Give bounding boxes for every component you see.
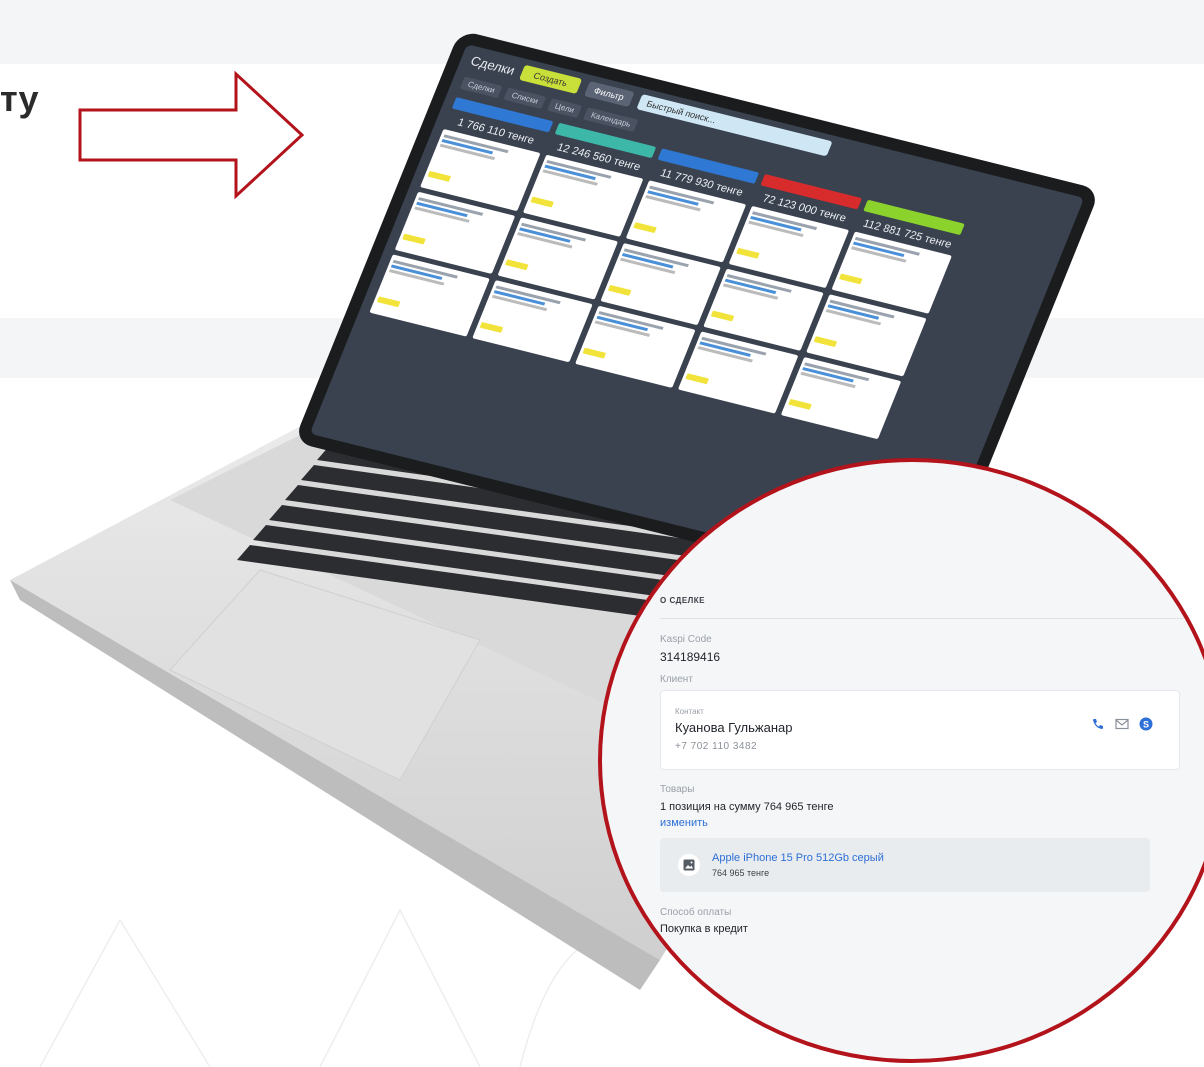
edit-goods-link[interactable]: изменить (660, 817, 708, 829)
phone-icon[interactable] (1091, 717, 1105, 731)
goods-label: Товары (660, 784, 695, 795)
svg-text:S: S (1143, 720, 1149, 730)
crm-title: Сделки (468, 52, 518, 78)
contact-phone[interactable]: +7 702 110 3482 (675, 741, 757, 752)
section-divider (660, 618, 1204, 619)
contact-card[interactable]: Контакт Куанова Гульжанар +7 702 110 348… (660, 690, 1180, 770)
zoom-circle: О СДЕЛКЕ Kaspi Code 314189416 Клиент Кон… (598, 458, 1204, 1063)
contact-name[interactable]: Куанова Гульжанар (675, 720, 792, 735)
client-label: Клиент (660, 674, 693, 685)
payment-value: Покупка в кредит (660, 923, 748, 935)
kaspi-code-value: 314189416 (660, 650, 721, 664)
payment-label: Способ оплаты (660, 907, 732, 918)
product-item[interactable]: Apple iPhone 15 Pro 512Gb серый 764 965 … (660, 838, 1150, 892)
section-title: О СДЕЛКЕ (660, 596, 705, 605)
goods-summary: 1 позиция на сумму 764 965 тенге (660, 801, 834, 813)
deal-details-panel: О СДЕЛКЕ Kaspi Code 314189416 Клиент Кон… (602, 462, 1204, 1059)
mail-icon[interactable] (1115, 717, 1129, 731)
kaspi-code-label: Kaspi Code (660, 634, 712, 645)
product-name[interactable]: Apple iPhone 15 Pro 512Gb серый (712, 852, 884, 864)
skype-icon[interactable]: S (1139, 717, 1153, 731)
image-icon (678, 854, 700, 876)
contact-actions: S (1091, 717, 1153, 731)
contact-label: Контакт (675, 707, 704, 716)
product-price: 764 965 тенге (712, 868, 770, 878)
